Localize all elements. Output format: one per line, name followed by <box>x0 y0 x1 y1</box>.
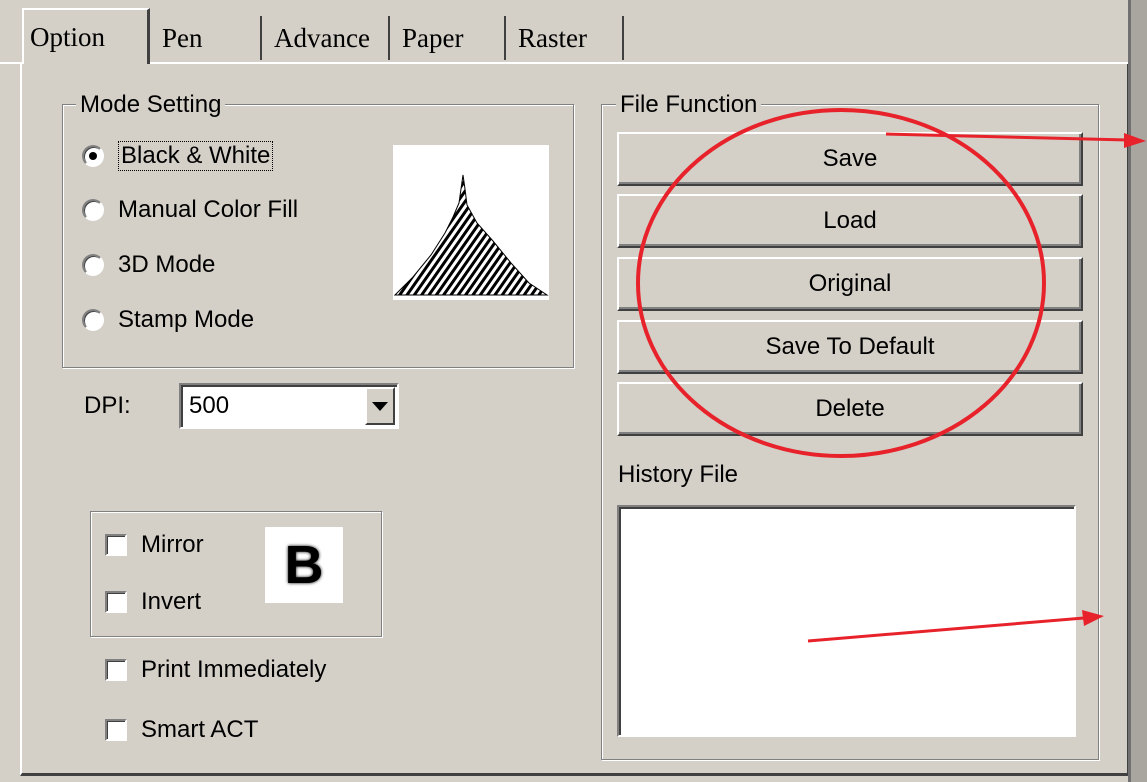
print-immediately-checkbox[interactable] <box>105 659 127 681</box>
mode-preview-image <box>393 145 549 300</box>
dpi-label: DPI: <box>84 392 131 419</box>
tab-label: Raster <box>518 22 587 53</box>
radio-label: Black & White <box>118 141 274 171</box>
radio-label: Manual Color Fill <box>118 196 299 223</box>
dpi-dropdown-button[interactable] <box>365 387 395 425</box>
tab-label: Option <box>30 21 106 52</box>
tab-label: Advance <box>274 22 370 53</box>
smart-act-checkbox[interactable] <box>105 719 127 741</box>
history-file-list[interactable] <box>617 505 1076 737</box>
print-immediately-row[interactable]: Print Immediately <box>105 656 326 684</box>
print-immediately-label: Print Immediately <box>141 656 327 683</box>
letter-preview-image: B <box>265 527 343 603</box>
invert-label: Invert <box>141 588 202 615</box>
radio-label: 3D Mode <box>118 251 216 278</box>
smart-act-row[interactable]: Smart ACT <box>105 716 258 744</box>
radio-button[interactable] <box>82 199 104 221</box>
history-file-label: History File <box>618 461 739 488</box>
radio-button[interactable] <box>82 254 104 276</box>
radio-stamp-mode[interactable]: Stamp Mode <box>82 306 254 334</box>
delete-button[interactable]: Delete <box>617 382 1083 436</box>
tab-strip-edge <box>0 62 1128 64</box>
tab-label: Pen <box>162 22 203 53</box>
mirror-checkbox[interactable] <box>105 534 127 556</box>
invert-checkbox[interactable] <box>105 591 127 613</box>
radio-3d-mode[interactable]: 3D Mode <box>82 251 215 279</box>
invert-checkbox-row[interactable]: Invert <box>105 588 201 616</box>
mountain-preview-icon <box>393 174 549 296</box>
tab-advance[interactable]: Advance <box>262 16 390 60</box>
save-button[interactable]: Save <box>617 132 1083 186</box>
save-to-default-button[interactable]: Save To Default <box>617 320 1083 374</box>
radio-black-white[interactable]: Black & White <box>82 141 274 171</box>
mode-setting-title: Mode Setting <box>76 92 226 118</box>
tab-raster[interactable]: Raster <box>506 16 624 60</box>
radio-button[interactable] <box>82 145 104 167</box>
smart-act-label: Smart ACT <box>141 716 259 743</box>
radio-manual-color-fill[interactable]: Manual Color Fill <box>82 196 298 224</box>
dpi-select[interactable]: 500 <box>179 383 399 429</box>
preview-letter: B <box>284 535 324 595</box>
mirror-checkbox-row[interactable]: Mirror <box>105 531 204 559</box>
tab-option[interactable]: Option <box>22 8 150 64</box>
tab-paper[interactable]: Paper <box>390 16 506 60</box>
tab-pen[interactable]: Pen <box>150 16 262 60</box>
dpi-value: 500 <box>189 392 230 419</box>
original-button[interactable]: Original <box>617 257 1083 311</box>
radio-label: Stamp Mode <box>118 306 255 333</box>
mirror-label: Mirror <box>141 531 204 558</box>
file-function-title: File Function <box>616 92 762 118</box>
window-right-edge <box>1128 0 1147 782</box>
load-button[interactable]: Load <box>617 194 1083 248</box>
chevron-down-icon <box>372 401 388 411</box>
tab-label: Paper <box>402 22 464 53</box>
radio-selected-dot <box>89 152 97 160</box>
radio-button[interactable] <box>82 309 104 331</box>
